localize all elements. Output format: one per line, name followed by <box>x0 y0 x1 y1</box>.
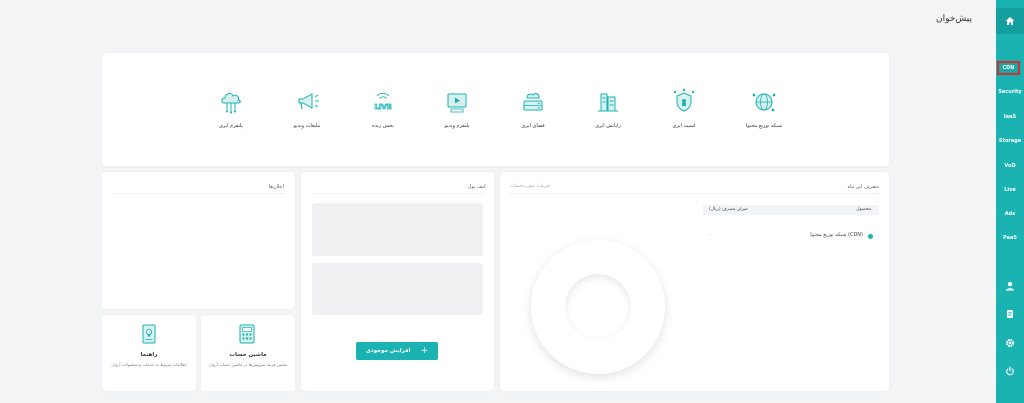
sidebar-item-storage[interactable]: Storage <box>996 134 1024 148</box>
usage-donut-chart <box>531 240 665 374</box>
cloud-computing-icon <box>598 93 618 112</box>
cloud-platform-icon <box>221 93 241 114</box>
guide-book-icon <box>142 324 156 344</box>
wallet-placeholder <box>312 203 483 256</box>
legend-dot <box>868 234 873 239</box>
plus-icon: + <box>420 345 429 356</box>
divider <box>311 193 484 194</box>
sidebar-item-iaas[interactable]: IaaS <box>996 110 1024 124</box>
calculator-subtitle: تخمین هزینه سرویس‌ها در ماشین حساب آروان <box>208 362 288 367</box>
guide-title: راهنما <box>140 352 158 358</box>
service-cdn[interactable]: شبکه توزیع محتوا <box>719 88 809 129</box>
cloud-security-icon <box>673 88 695 112</box>
billing-details-link[interactable]: جزییات صورت‌حساب <box>510 184 550 189</box>
live-icon: LIVE <box>374 92 392 111</box>
svg-text:LIVE: LIVE <box>374 103 391 111</box>
megaphone-icon <box>298 93 319 110</box>
cdn-globe-icon <box>752 93 776 112</box>
add-balance-button[interactable]: افزایش موجودی + <box>356 342 438 360</box>
column-amount: میزان مصرف (ریال) <box>709 207 748 212</box>
column-product: محصول <box>856 207 871 212</box>
sidebar-item-security[interactable]: Security <box>996 85 1024 99</box>
divider <box>510 193 879 194</box>
usage-row-product: شبکه توزیع محتوا (CDN) <box>810 232 863 238</box>
video-platform-icon <box>447 93 467 113</box>
add-balance-label: افزایش موجودی <box>365 348 411 354</box>
sidebar-item-live[interactable]: Live <box>996 183 1024 197</box>
home-icon <box>1005 17 1015 25</box>
sidebar-item-paas[interactable]: PaaS <box>996 231 1024 245</box>
document-icon[interactable] <box>1005 309 1015 319</box>
cloud-storage-icon <box>523 93 543 111</box>
settings-gear-icon[interactable] <box>1005 338 1015 348</box>
service-label: شبکه توزیع محتوا <box>745 123 783 129</box>
announcements-title: اعلان‌ها <box>268 184 284 190</box>
page-title: پیش‌خوان <box>935 14 972 24</box>
wallet-title: کیف پول <box>467 184 486 190</box>
guide-subtitle: اطلاعات مربوط به خدمات و محصولات آروان <box>111 362 187 367</box>
sidebar: CDN Security IaaS Storage VoD Live Ads P… <box>996 0 1024 403</box>
calculator-icon <box>239 324 255 344</box>
sidebar-item-ads[interactable]: Ads <box>996 207 1024 221</box>
divider <box>112 193 285 194</box>
sidebar-item-vod[interactable]: VoD <box>996 159 1024 173</box>
power-icon[interactable] <box>1005 366 1015 376</box>
service-label: پلتفرم ابری <box>219 123 243 129</box>
usage-row-amount: ۰ <box>709 232 712 238</box>
sidebar-item-cdn[interactable]: CDN <box>997 61 1020 75</box>
wallet-placeholder <box>312 263 483 315</box>
home-button[interactable] <box>996 8 1024 34</box>
service-cloud-platform[interactable]: پلتفرم ابری <box>186 88 276 129</box>
user-icon[interactable] <box>1005 281 1015 291</box>
calculator-title: ماشین حساب <box>229 352 267 358</box>
usage-title: مصرف این ماه <box>847 184 879 190</box>
